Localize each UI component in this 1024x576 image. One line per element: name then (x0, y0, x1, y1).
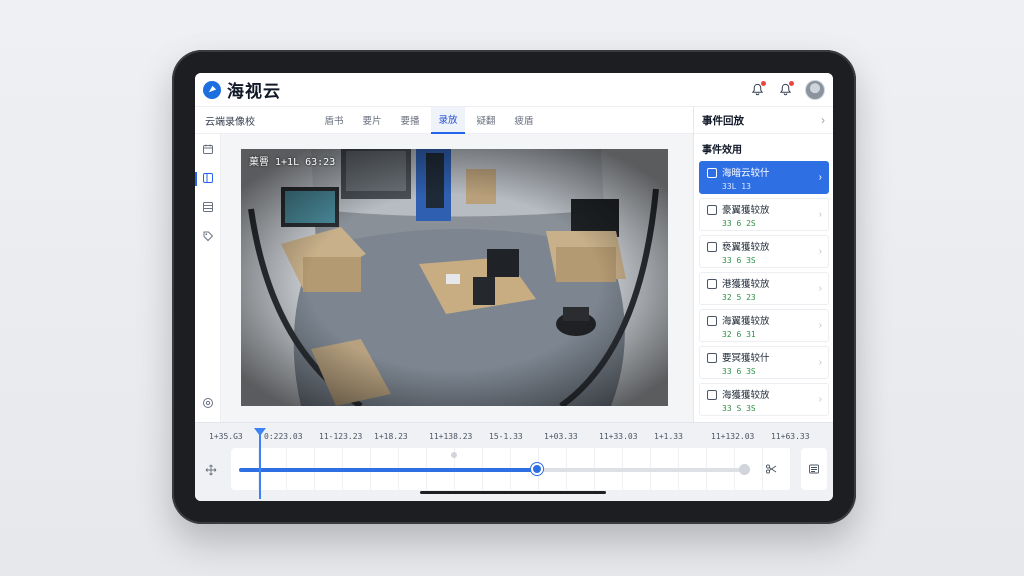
list-icon (809, 464, 819, 474)
event-list: 海暗云较什 33L 13 › 豪翼獲较放 33 6 2S › 亵翼獲较放 33 … (694, 161, 833, 416)
camera-feed[interactable]: 菓罾 1+1L 63:23 (241, 149, 668, 406)
chevron-right-icon[interactable]: › (821, 113, 825, 127)
notification-dot (761, 80, 766, 86)
notification-dot (789, 80, 794, 86)
scissors-icon[interactable] (765, 462, 779, 476)
avatar[interactable] (805, 79, 825, 100)
list-button[interactable] (801, 448, 827, 490)
alert-bell-icon[interactable] (777, 80, 794, 98)
event-name: 豪翼獲较放 (722, 205, 770, 216)
event-name: 港獲獲较放 (722, 279, 770, 290)
bell-icon[interactable] (749, 80, 766, 98)
tick-label: 11-123.23 (319, 432, 363, 441)
event-type-icon (707, 353, 717, 363)
track-end-handle[interactable] (739, 464, 750, 475)
event-name: 亵翼獲较放 (722, 242, 770, 253)
event-item[interactable]: 要冥獲较什 33 6 3S › (699, 346, 829, 379)
chevron-right-icon: › (818, 172, 822, 183)
panel-title: 事件回放 (702, 114, 744, 127)
seek-handle[interactable] (530, 463, 543, 475)
event-time: 33 S 3S (722, 404, 756, 413)
tab-bar: 盾书 要片 要播 录放 疑翻 疲盾 (317, 106, 541, 134)
tick-label: 1+1.33 (654, 432, 683, 441)
tab-5[interactable]: 疑翻 (469, 107, 503, 134)
track-progress (239, 468, 537, 472)
panel-subtitle: 事件效用 (702, 145, 742, 156)
event-name: 海獲獲较放 (722, 390, 770, 401)
tick-label: 1+35.G3 (209, 432, 243, 441)
event-type-icon (707, 390, 717, 400)
chevron-right-icon: › (818, 209, 822, 220)
tick-label: 11+33.03 (599, 432, 638, 441)
app-screen: 海视云 云端录像校 盾书 要片 要播 录放 疑翻 疲盾 菓罾 1+1L 63:2… (195, 73, 833, 501)
event-type-icon (707, 316, 717, 326)
sub-navigation: 云端录像校 盾书 要片 要播 录放 疑翻 疲盾 (195, 106, 693, 134)
video-timestamp: 菓罾 1+1L 63:23 (249, 157, 336, 168)
top-bar: 海视云 (195, 73, 833, 107)
grid-icon[interactable] (201, 200, 215, 214)
app-title: 海视云 (227, 82, 281, 101)
chevron-right-icon: › (818, 357, 822, 368)
event-item[interactable]: 海獲獲较放 33 S 3S › (699, 383, 829, 416)
event-name: 海翼獲较放 (722, 316, 770, 327)
tick-label: 11+138.23 (429, 432, 473, 441)
event-time: 33 6 3S (722, 256, 756, 265)
event-item[interactable]: 海暗云较什 33L 13 › (699, 161, 829, 194)
event-type-icon (707, 205, 717, 215)
chevron-right-icon: › (818, 246, 822, 257)
calendar-icon[interactable] (201, 142, 215, 156)
video-area: 菓罾 1+1L 63:23 (221, 134, 693, 422)
timeline-ticks: 1+35.G3 0:223.03 11-123.23 1+18.23 11+13… (209, 432, 821, 446)
event-item[interactable]: 亵翼獲较放 33 6 3S › (699, 235, 829, 268)
playhead-marker[interactable] (254, 428, 266, 436)
event-item[interactable]: 港獲獲较放 32 5 23 › (699, 272, 829, 305)
event-item[interactable]: 豪翼獲较放 33 6 2S › (699, 198, 829, 231)
event-time: 33 6 2S (722, 219, 756, 228)
event-item[interactable]: 海翼獲较放 32 6 31 › (699, 309, 829, 342)
event-name: 海暗云较什 (722, 168, 770, 179)
tick-label: 11+132.03 (711, 432, 755, 441)
tab-6[interactable]: 疲盾 (507, 107, 541, 134)
move-icon[interactable] (205, 463, 219, 477)
tag-icon[interactable] (201, 229, 215, 243)
settings-icon[interactable] (201, 396, 215, 410)
home-indicator (420, 491, 606, 494)
timeline-track[interactable] (231, 448, 791, 490)
event-type-icon (707, 242, 717, 252)
marker-dot (451, 452, 457, 458)
tick-label: 1+18.23 (374, 432, 408, 441)
event-name: 要冥獲较什 (722, 353, 770, 364)
event-time: 33 6 3S (722, 367, 756, 376)
tick-label: 11+63.33 (771, 432, 810, 441)
tick-label: 0:223.03 (264, 432, 303, 441)
tab-3[interactable]: 要播 (393, 107, 427, 134)
tick-label: 15-1.33 (489, 432, 523, 441)
chevron-right-icon: › (818, 394, 822, 405)
active-indicator (195, 172, 197, 186)
playhead[interactable] (259, 431, 261, 499)
chevron-right-icon: › (818, 320, 822, 331)
timeline: 1+35.G3 0:223.03 11-123.23 1+18.23 11+13… (195, 422, 833, 501)
panel-header[interactable]: 事件回放 › (694, 107, 833, 134)
event-type-icon (707, 279, 717, 289)
tab-1[interactable]: 盾书 (317, 107, 351, 134)
event-time: 32 6 31 (722, 330, 756, 339)
event-time: 33L 13 (722, 182, 751, 191)
event-time: 32 5 23 (722, 293, 756, 302)
event-type-icon (707, 168, 717, 178)
tab-2[interactable]: 要片 (355, 107, 389, 134)
tablet-frame: 海视云 云端录像校 盾书 要片 要播 录放 疑翻 疲盾 菓罾 1+1L 63:2… (172, 50, 856, 524)
tab-playback[interactable]: 录放 (431, 106, 465, 134)
chevron-right-icon: › (818, 283, 822, 294)
event-panel: 事件回放 › 事件效用 海暗云较什 33L 13 › 豪翼獲较放 33 6 2S… (693, 107, 833, 422)
left-toolbar (195, 134, 221, 422)
tick-label: 1+03.33 (544, 432, 578, 441)
page-title: 云端录像校 (205, 116, 255, 128)
cloud-play-icon (203, 80, 221, 99)
panel-icon[interactable] (201, 171, 215, 185)
fisheye-office-scene (241, 149, 668, 406)
